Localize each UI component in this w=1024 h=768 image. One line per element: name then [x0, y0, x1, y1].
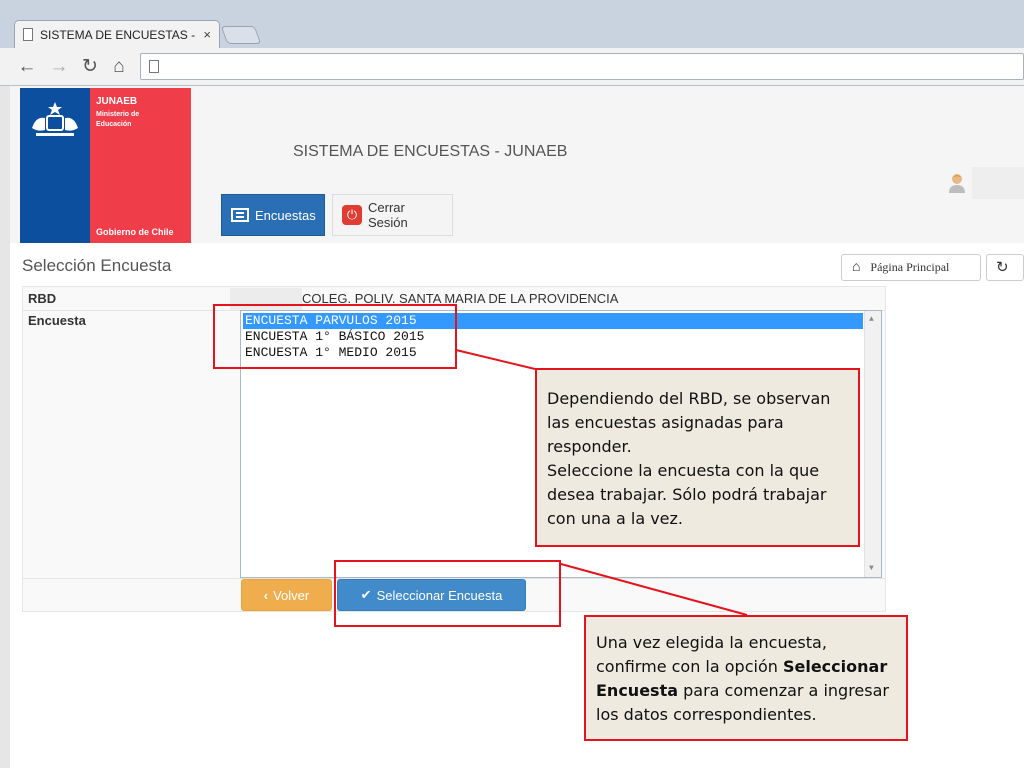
browser-toolbar: ← → ↻ ⌂	[0, 48, 1024, 86]
logo-blue-panel	[20, 88, 90, 243]
home-icon[interactable]: ⌂	[108, 56, 130, 78]
back-arrow-icon[interactable]: ←	[16, 56, 38, 78]
logo-red-panel: JUNAEB Ministerio de Educación Gobierno …	[90, 88, 191, 243]
back-button-label: Volver	[273, 587, 310, 603]
callout-confirm: Una vez elegida la encuesta, confirme co…	[584, 615, 908, 741]
page-title: Selección Encuesta	[22, 256, 172, 275]
select-button-highlight	[334, 560, 561, 627]
logout-label: Cerrar Sesión	[368, 200, 408, 230]
address-bar[interactable]	[140, 53, 1024, 80]
menu-encuestas-label: Encuestas	[255, 207, 316, 223]
browser-tab[interactable]: SISTEMA DE ENCUESTAS - ×	[14, 20, 220, 48]
list-icon	[231, 208, 249, 222]
page-icon	[149, 60, 159, 73]
home-page-label: Página Principal	[870, 260, 950, 274]
logo-org-name: JUNAEB	[96, 96, 138, 107]
forward-arrow-icon[interactable]: →	[48, 56, 70, 78]
page-left-border	[0, 86, 10, 768]
logo-ministry: Ministerio de Educación	[96, 111, 140, 128]
scroll-up-icon[interactable]: ▲	[869, 315, 874, 324]
scroll-down-icon[interactable]: ▼	[869, 564, 874, 573]
menu-encuestas-button[interactable]: Encuestas	[221, 194, 325, 236]
power-icon: ⏻	[342, 205, 362, 225]
logo-government: Gobierno de Chile	[96, 227, 174, 237]
chevron-left-icon: ‹	[263, 587, 269, 603]
refresh-button[interactable]: ↻	[986, 254, 1024, 281]
rbd-label: RBD	[28, 291, 57, 306]
home-icon: ⌂	[852, 259, 861, 275]
listbox-scrollbar[interactable]: ▲ ▼	[864, 311, 881, 577]
user-icon	[949, 174, 965, 193]
junaeb-logo: JUNAEB Ministerio de Educación Gobierno …	[20, 88, 191, 243]
new-tab-button[interactable]	[220, 26, 262, 44]
encuesta-label: Encuesta	[28, 313, 86, 328]
callout-survey-list-text: Dependiendo del RBD, se observan las enc…	[547, 389, 831, 528]
page-icon	[23, 28, 33, 41]
refresh-icon: ↻	[996, 259, 1009, 276]
logout-button[interactable]: ⏻ Cerrar Sesión	[332, 194, 453, 236]
tab-title: SISTEMA DE ENCUESTAS -	[40, 27, 196, 42]
coat-of-arms-icon	[32, 102, 78, 136]
user-name-field	[972, 167, 1024, 199]
browser-tabstrip: SISTEMA DE ENCUESTAS - ×	[0, 0, 1024, 48]
callout-survey-list: Dependiendo del RBD, se observan las enc…	[535, 368, 860, 547]
reload-icon[interactable]: ↻	[79, 56, 101, 78]
options-highlight	[213, 304, 457, 369]
close-icon[interactable]: ×	[203, 27, 211, 42]
back-button[interactable]: ‹ Volver	[241, 579, 332, 611]
home-page-button[interactable]: ⌂ Página Principal	[841, 254, 981, 281]
system-title: SISTEMA DE ENCUESTAS - JUNAEB	[293, 143, 568, 160]
